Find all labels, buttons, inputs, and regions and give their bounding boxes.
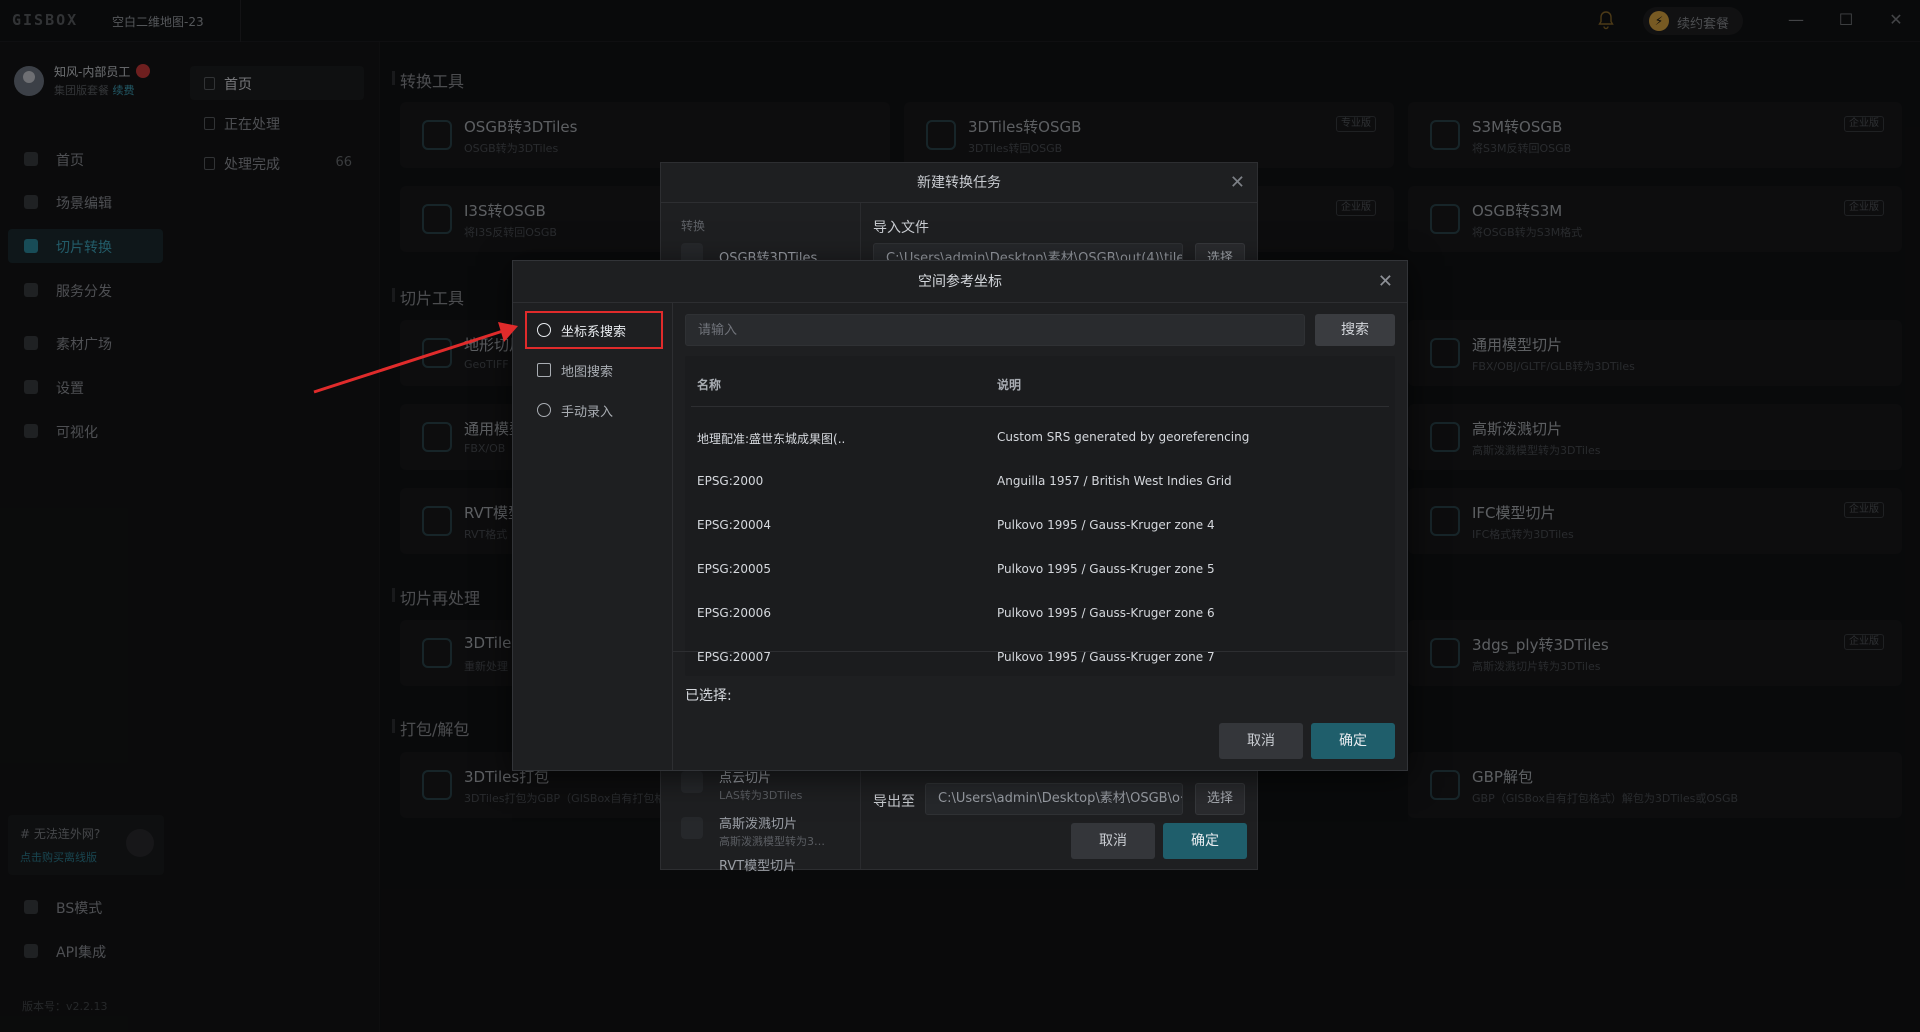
row-desc: Anguilla 1957 / British West Indies Grid — [997, 474, 1232, 488]
table-row[interactable]: EPSG:2000 Anguilla 1957 / British West In… — [685, 464, 1395, 500]
gauss-icon — [681, 817, 703, 839]
export-path-input[interactable]: C:\Users\admin\Desktop\素材\OSGB\o··· — [925, 783, 1183, 815]
import-file-label: 导入文件 — [873, 220, 929, 236]
tab-manual-input[interactable]: 手动录入 — [527, 393, 663, 427]
map-icon — [537, 363, 551, 377]
crs-table: 名称 说明 地理配准:盛世东城成果图(.. Custom SRS generate… — [685, 356, 1395, 676]
selected-label: 已选择: — [685, 688, 732, 704]
pointcloud-icon — [681, 771, 703, 793]
row-desc: Pulkovo 1995 / Gauss-Kruger zone 6 — [997, 606, 1215, 620]
row-name: EPSG:2000 — [697, 474, 764, 488]
tab-label: 地图搜索 — [561, 365, 614, 380]
task-category-label: 转换 — [681, 219, 706, 233]
close-icon[interactable]: ✕ — [1378, 271, 1393, 292]
export-label: 导出至 — [873, 794, 915, 810]
tab-label: 手动录入 — [561, 405, 614, 420]
table-row[interactable]: EPSG:20007 Pulkovo 1995 / Gauss-Kruger zo… — [685, 640, 1395, 676]
srs-dialog-title: 空间参考坐标 — [513, 261, 1407, 303]
annotation-arrow-icon — [313, 322, 518, 394]
row-name: EPSG:20006 — [697, 606, 771, 620]
new-task-dialog-title: 新建转换任务 — [661, 163, 1257, 203]
column-header-desc: 说明 — [997, 378, 1022, 392]
close-icon[interactable]: ✕ — [1230, 172, 1245, 193]
table-row[interactable]: 地理配准:盛世东城成果图(.. Custom SRS generated by g… — [685, 420, 1395, 456]
task-type-sub: LAS转为3DTiles — [719, 789, 803, 802]
row-desc: Pulkovo 1995 / Gauss-Kruger zone 5 — [997, 562, 1215, 576]
highlight-box — [525, 311, 663, 349]
task-type-title: RVT模型切片 — [719, 859, 797, 874]
header-divider — [691, 406, 1389, 407]
table-row[interactable]: EPSG:20004 Pulkovo 1995 / Gauss-Kruger zo… — [685, 508, 1395, 544]
table-row[interactable]: EPSG:20005 Pulkovo 1995 / Gauss-Kruger zo… — [685, 552, 1395, 588]
row-name: 地理配准:盛世东城成果图(.. — [697, 432, 846, 446]
task-type-title: 高斯泼溅切片 — [719, 817, 798, 832]
task-ok-button[interactable]: 确定 — [1163, 823, 1247, 859]
row-desc: Pulkovo 1995 / Gauss-Kruger zone 7 — [997, 650, 1215, 664]
table-row[interactable]: EPSG:20006 Pulkovo 1995 / Gauss-Kruger zo… — [685, 596, 1395, 632]
crs-search-input[interactable] — [685, 314, 1305, 346]
row-name: EPSG:20005 — [697, 562, 771, 576]
edit-icon — [537, 403, 551, 417]
footer-divider — [673, 651, 1407, 652]
task-cancel-button[interactable]: 取消 — [1071, 823, 1155, 859]
column-header-name: 名称 — [697, 378, 722, 392]
search-button[interactable]: 搜索 — [1315, 314, 1395, 346]
row-desc: Custom SRS generated by georeferencing — [997, 430, 1250, 444]
task-type-sub: 高斯泼溅模型转为3… — [719, 835, 825, 848]
srs-ok-button[interactable]: 确定 — [1311, 723, 1395, 759]
tab-map-search[interactable]: 地图搜索 — [527, 353, 663, 387]
row-name: EPSG:20004 — [697, 518, 771, 532]
row-desc: Pulkovo 1995 / Gauss-Kruger zone 4 — [997, 518, 1215, 532]
row-name: EPSG:20007 — [697, 650, 771, 664]
export-select-button[interactable]: 选择 — [1195, 783, 1245, 815]
srs-cancel-button[interactable]: 取消 — [1219, 723, 1303, 759]
